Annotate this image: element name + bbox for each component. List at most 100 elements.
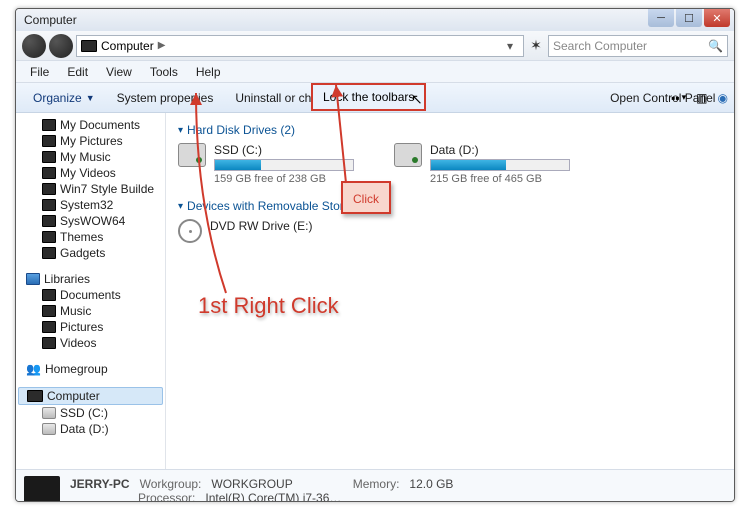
close-button[interactable]: ✕ bbox=[704, 9, 730, 27]
memory-label: Memory: bbox=[353, 477, 400, 491]
toolbar: Organize ▼ System properties Uninstall o… bbox=[16, 83, 734, 113]
sidebar-drive-c[interactable]: SSD (C:) bbox=[18, 405, 163, 421]
folder-icon bbox=[42, 199, 56, 211]
dvd-icon bbox=[178, 219, 202, 243]
computer-icon bbox=[27, 390, 43, 402]
menu-help[interactable]: Help bbox=[188, 63, 229, 81]
drive-label: DVD RW Drive (E:) bbox=[210, 219, 312, 233]
libraries-icon bbox=[26, 273, 40, 285]
search-placeholder: Search Computer bbox=[553, 39, 647, 53]
cpu-value: Intel(R) Core(TM) i7-36… bbox=[205, 491, 341, 503]
memory-value: 12.0 GB bbox=[409, 477, 453, 491]
folder-icon bbox=[42, 135, 56, 147]
help-button[interactable]: ◉ bbox=[718, 91, 728, 105]
sidebar-item-videos[interactable]: Videos bbox=[18, 335, 163, 351]
menu-view[interactable]: View bbox=[98, 63, 140, 81]
search-icon: 🔍 bbox=[708, 39, 723, 53]
folder-icon bbox=[42, 151, 56, 163]
collapse-icon[interactable]: ▾ bbox=[178, 201, 183, 212]
sidebar-homegroup[interactable]: 👥Homegroup bbox=[18, 361, 163, 377]
library-icon bbox=[42, 321, 56, 333]
folder-icon bbox=[42, 215, 56, 227]
drive-label: Data (D:) bbox=[430, 143, 570, 157]
annotation-rightclick: 1st Right Click bbox=[198, 293, 339, 319]
drive-icon bbox=[394, 143, 422, 167]
folder-icon bbox=[42, 119, 56, 131]
window-title: Computer bbox=[24, 13, 77, 27]
sidebar-item-syswow64[interactable]: SysWOW64 bbox=[18, 213, 163, 229]
drive-dvd[interactable]: DVD RW Drive (E:) bbox=[178, 219, 312, 243]
forward-button[interactable] bbox=[49, 34, 73, 58]
capacity-bar bbox=[214, 159, 354, 171]
sidebar-computer[interactable]: Computer bbox=[18, 387, 163, 405]
group-removable[interactable]: ▾Devices with Removable Storag bbox=[178, 199, 722, 213]
view-buttons: ▪▪▾ ▥ ◉ bbox=[671, 91, 728, 105]
menu-file[interactable]: File bbox=[22, 63, 57, 81]
collapse-icon[interactable]: ▾ bbox=[178, 125, 183, 136]
context-lock-toolbars[interactable]: Lock the toolbars bbox=[311, 83, 426, 111]
titlebar[interactable]: Computer ─ ☐ ✕ bbox=[16, 9, 734, 31]
breadcrumb[interactable]: Computer ▶ ▾ bbox=[76, 35, 524, 57]
group-hdd[interactable]: ▾Hard Disk Drives (2) bbox=[178, 123, 722, 137]
folder-icon bbox=[42, 247, 56, 259]
search-input[interactable]: Search Computer 🔍 bbox=[548, 35, 728, 57]
drive-label: SSD (C:) bbox=[214, 143, 354, 157]
drive-d[interactable]: Data (D:) 215 GB free of 465 GB bbox=[394, 143, 570, 185]
sidebar-item-mypictures[interactable]: My Pictures bbox=[18, 133, 163, 149]
chevron-down-icon: ▼ bbox=[86, 93, 95, 103]
content-pane[interactable]: ▾Hard Disk Drives (2) SSD (C:) 159 GB fr… bbox=[166, 113, 734, 469]
computer-thumb-icon bbox=[24, 476, 60, 503]
library-icon bbox=[42, 305, 56, 317]
drive-icon bbox=[42, 423, 56, 435]
menu-edit[interactable]: Edit bbox=[59, 63, 96, 81]
sidebar-item-themes[interactable]: Themes bbox=[18, 229, 163, 245]
workgroup-label: Workgroup: bbox=[140, 477, 202, 491]
address-bar: Computer ▶ ▾ ✶ Search Computer 🔍 bbox=[16, 31, 734, 61]
drive-icon bbox=[178, 143, 206, 167]
cpu-label: Processor: bbox=[138, 491, 195, 503]
folder-icon bbox=[42, 167, 56, 179]
organize-button[interactable]: Organize ▼ bbox=[22, 87, 106, 109]
status-bar: JERRY-PC Workgroup: WORKGROUP Memory: 12… bbox=[16, 469, 734, 502]
cursor-icon: ↖ bbox=[411, 91, 423, 108]
body: My Documents My Pictures My Music My Vid… bbox=[16, 113, 734, 469]
computer-icon bbox=[81, 40, 97, 52]
sidebar-item-documents[interactable]: Documents bbox=[18, 287, 163, 303]
chevron-right-icon[interactable]: ▶ bbox=[158, 40, 166, 51]
sidebar-item-mydocuments[interactable]: My Documents bbox=[18, 117, 163, 133]
drive-c[interactable]: SSD (C:) 159 GB free of 238 GB bbox=[178, 143, 354, 185]
minimize-button[interactable]: ─ bbox=[648, 9, 674, 27]
annotation-click: Click bbox=[341, 181, 391, 214]
address-dropdown-icon[interactable]: ▾ bbox=[501, 39, 519, 53]
library-icon bbox=[42, 337, 56, 349]
menubar: File Edit View Tools Help bbox=[16, 61, 734, 83]
sidebar-item-mymusic[interactable]: My Music bbox=[18, 149, 163, 165]
library-icon bbox=[42, 289, 56, 301]
sidebar-drive-d[interactable]: Data (D:) bbox=[18, 421, 163, 437]
sidebar-libraries[interactable]: Libraries bbox=[18, 271, 163, 287]
window-buttons: ─ ☐ ✕ bbox=[648, 9, 730, 27]
breadcrumb-root[interactable]: Computer bbox=[101, 39, 154, 53]
maximize-button[interactable]: ☐ bbox=[676, 9, 702, 27]
sidebar-item-win7sb[interactable]: Win7 Style Builde bbox=[18, 181, 163, 197]
back-button[interactable] bbox=[22, 34, 46, 58]
homegroup-icon: 👥 bbox=[26, 362, 41, 376]
pc-name: JERRY-PC bbox=[70, 477, 130, 491]
sidebar-item-music[interactable]: Music bbox=[18, 303, 163, 319]
refresh-star-icon[interactable]: ✶ bbox=[527, 37, 545, 54]
drive-icon bbox=[42, 407, 56, 419]
capacity-bar bbox=[430, 159, 570, 171]
explorer-window: Computer ─ ☐ ✕ Computer ▶ ▾ ✶ Search Com… bbox=[15, 8, 735, 502]
workgroup-value: WORKGROUP bbox=[211, 477, 292, 491]
folder-icon bbox=[42, 183, 56, 195]
sidebar-item-gadgets[interactable]: Gadgets bbox=[18, 245, 163, 261]
sidebar-item-myvideos[interactable]: My Videos bbox=[18, 165, 163, 181]
sidebar-item-system32[interactable]: System32 bbox=[18, 197, 163, 213]
preview-pane-button[interactable]: ▥ bbox=[696, 91, 707, 105]
view-mode-button[interactable]: ▪▪▾ bbox=[671, 91, 686, 105]
navigation-pane[interactable]: My Documents My Pictures My Music My Vid… bbox=[16, 113, 166, 469]
drive-free: 159 GB free of 238 GB bbox=[214, 173, 354, 185]
menu-tools[interactable]: Tools bbox=[142, 63, 186, 81]
system-properties-button[interactable]: System properties bbox=[106, 87, 225, 109]
sidebar-item-pictures[interactable]: Pictures bbox=[18, 319, 163, 335]
